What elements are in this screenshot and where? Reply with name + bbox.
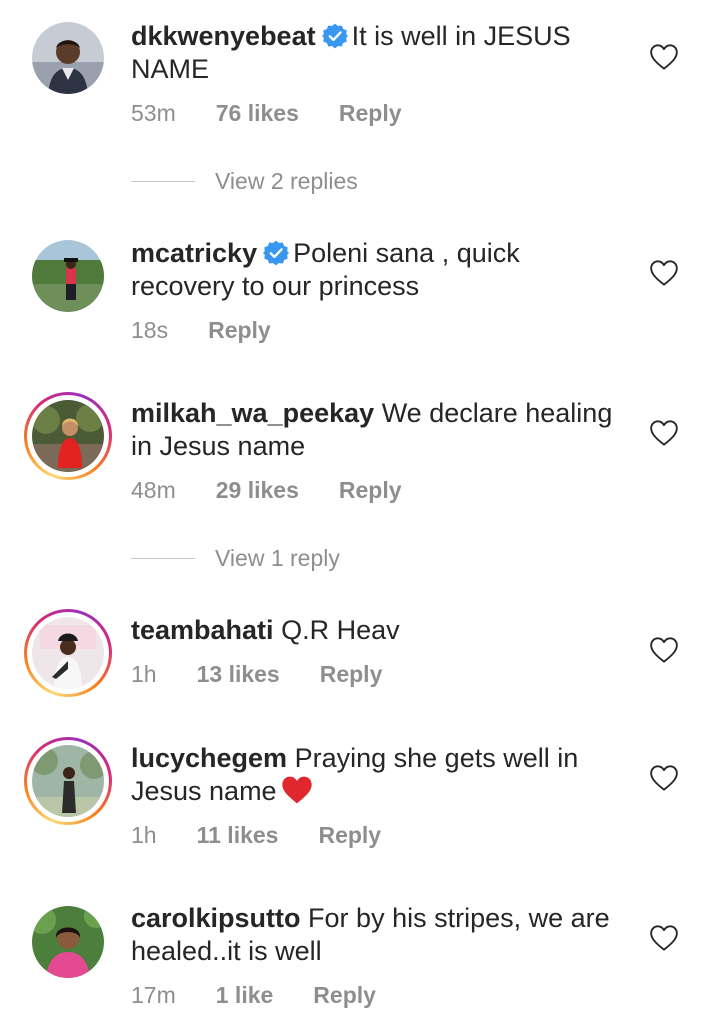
comment-time: 1h bbox=[131, 661, 157, 687]
heart-outline-icon[interactable] bbox=[650, 637, 678, 663]
avatar-story-ring[interactable] bbox=[24, 392, 112, 480]
comment-text-block: milkah_wa_peekay We declare healing in J… bbox=[131, 397, 621, 463]
comment-time: 1h bbox=[131, 822, 157, 848]
comment-text-block: dkkwenyebeat It is well in JESUS NAME bbox=[131, 20, 621, 86]
reply-button[interactable]: Reply bbox=[339, 100, 402, 127]
comment-username[interactable]: lucychegem bbox=[131, 743, 287, 773]
comment-username[interactable]: carolkipsutto bbox=[131, 903, 301, 933]
reply-button[interactable]: Reply bbox=[320, 661, 383, 688]
comment-text-block: mcatricky Poleni sana , quick recovery to… bbox=[131, 237, 621, 303]
divider-line bbox=[131, 181, 195, 182]
comment-meta: 1h 11 likes Reply bbox=[131, 822, 381, 849]
comment-username[interactable]: mcatricky bbox=[131, 238, 257, 268]
avatar-image bbox=[32, 240, 104, 312]
verified-badge-icon bbox=[263, 240, 289, 266]
comment-text: Q.R Heav bbox=[281, 615, 400, 645]
red-heart-emoji bbox=[281, 776, 312, 804]
divider-line bbox=[131, 558, 195, 559]
avatar-story-ring[interactable] bbox=[24, 737, 112, 825]
comment-meta: 53m 76 likes Reply bbox=[131, 100, 402, 127]
view-replies-button[interactable]: View 1 reply bbox=[131, 545, 340, 572]
avatar-image bbox=[32, 22, 104, 94]
view-replies-label: View 1 reply bbox=[215, 545, 340, 571]
avatar-image bbox=[32, 617, 104, 689]
avatar-image bbox=[32, 745, 104, 817]
comment-text-block: lucychegem Praying she gets well in Jesu… bbox=[131, 742, 621, 808]
reply-button[interactable]: Reply bbox=[208, 317, 271, 344]
heart-outline-icon[interactable] bbox=[650, 765, 678, 791]
comment-likes[interactable]: 11 likes bbox=[197, 822, 279, 849]
heart-outline-icon[interactable] bbox=[650, 420, 678, 446]
avatar-image bbox=[32, 400, 104, 472]
view-replies-button[interactable]: View 2 replies bbox=[131, 168, 358, 195]
comment-meta: 48m 29 likes Reply bbox=[131, 477, 402, 504]
comment-meta: 18s Reply bbox=[131, 317, 271, 344]
comment-text-block: teambahati Q.R Heav bbox=[131, 614, 621, 647]
comment-time: 17m bbox=[131, 982, 176, 1008]
avatar-story-ring[interactable] bbox=[24, 609, 112, 697]
avatar-image bbox=[32, 906, 104, 978]
comment-text-block: carolkipsutto For by his stripes, we are… bbox=[131, 902, 621, 968]
comment-likes[interactable]: 76 likes bbox=[216, 100, 299, 127]
comment-meta: 1h 13 likes Reply bbox=[131, 661, 382, 688]
avatar[interactable] bbox=[32, 22, 104, 94]
reply-button[interactable]: Reply bbox=[313, 982, 376, 1009]
reply-button[interactable]: Reply bbox=[318, 822, 381, 849]
comment-time: 18s bbox=[131, 317, 169, 343]
comment-time: 53m bbox=[131, 100, 176, 126]
heart-outline-icon[interactable] bbox=[650, 925, 678, 951]
comment-time: 48m bbox=[131, 477, 176, 503]
heart-outline-icon[interactable] bbox=[650, 44, 678, 70]
comment-username[interactable]: milkah_wa_peekay bbox=[131, 398, 374, 428]
comment-username[interactable]: teambahati bbox=[131, 615, 274, 645]
heart-outline-icon[interactable] bbox=[650, 260, 678, 286]
avatar[interactable] bbox=[32, 906, 104, 978]
comment-likes[interactable]: 29 likes bbox=[216, 477, 299, 504]
comment-likes[interactable]: 1 like bbox=[216, 982, 274, 1009]
view-replies-label: View 2 replies bbox=[215, 168, 358, 194]
reply-button[interactable]: Reply bbox=[339, 477, 402, 504]
avatar[interactable] bbox=[32, 240, 104, 312]
verified-badge-icon bbox=[322, 23, 348, 49]
comment-likes[interactable]: 13 likes bbox=[197, 661, 280, 688]
comment-meta: 17m 1 like Reply bbox=[131, 982, 376, 1009]
comment-username[interactable]: dkkwenyebeat bbox=[131, 21, 316, 51]
